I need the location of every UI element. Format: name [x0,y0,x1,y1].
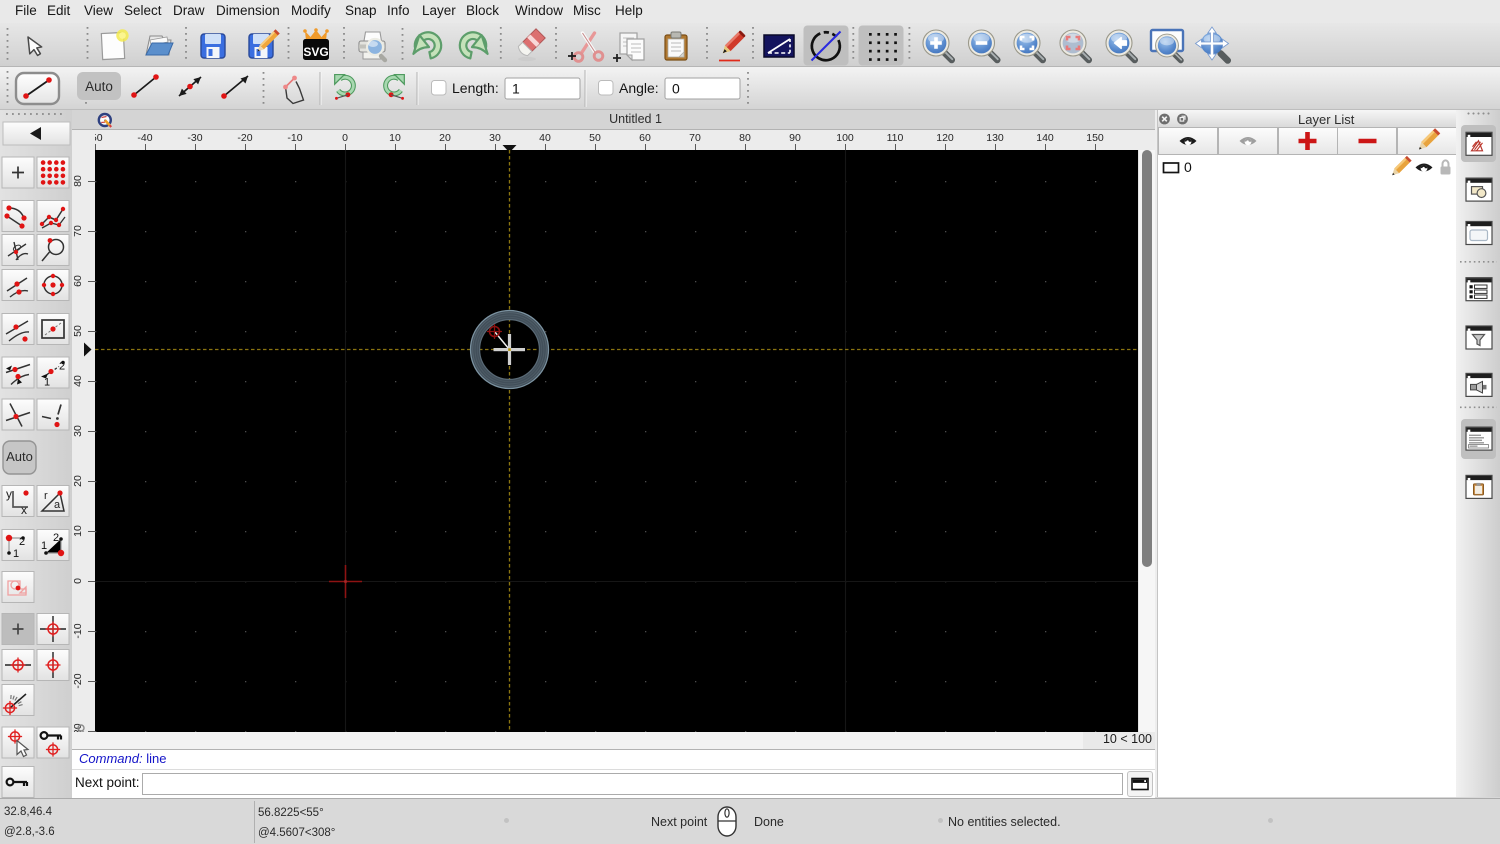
svg-text:1: 1 [41,540,47,552]
svg-text:-20: -20 [72,673,84,688]
svg-text:0: 0 [1184,159,1192,175]
svg-text:2: 2 [19,536,25,548]
svg-text:1: 1 [512,81,520,97]
svg-text:80: 80 [739,132,751,144]
svg-text:70: 70 [72,225,84,237]
svg-text:y: y [6,487,12,501]
svg-text:-50: -50 [95,132,103,144]
svg-text:30: 30 [489,132,501,144]
svg-text:1: 1 [13,548,19,560]
svg-text:r: r [44,490,48,502]
svg-text:0: 0 [672,81,680,97]
svg-text:10: 10 [389,132,401,144]
svg-text:50: 50 [72,325,84,337]
svg-text:50: 50 [589,132,601,144]
svg-text:100: 100 [836,132,854,144]
svg-text:0: 0 [72,578,84,584]
svg-text:70: 70 [689,132,701,144]
svg-text:110: 110 [887,132,904,144]
svg-text:Length:: Length: [452,80,499,96]
svg-text:-30: -30 [187,132,202,144]
svg-text:Auto: Auto [6,449,33,464]
svg-text:90: 90 [789,132,801,144]
svg-text:-10: -10 [72,623,84,638]
svg-text:2: 2 [53,532,59,544]
svg-text:-20: -20 [237,132,252,144]
svg-text:0: 0 [342,132,348,144]
svg-text:10: 10 [72,525,84,537]
svg-text:1: 1 [44,377,50,389]
svg-text:60: 60 [72,275,84,287]
svg-text:40: 40 [539,132,551,144]
svg-text:80: 80 [72,175,84,187]
svg-text:120: 120 [936,132,954,144]
svg-text:40: 40 [72,375,84,387]
svg-text:150: 150 [1086,132,1104,144]
svg-text:140: 140 [1036,132,1054,144]
svg-text:a: a [54,499,61,511]
svg-text:x: x [21,503,27,517]
svg-text:130: 130 [986,132,1004,144]
svg-text:Auto: Auto [85,79,113,94]
svg-text:-40: -40 [137,132,152,144]
svg-text:Angle:: Angle: [619,80,659,96]
svg-text:20: 20 [72,475,84,487]
svg-text:SVG: SVG [303,45,328,59]
svg-text:30: 30 [72,425,84,437]
svg-text:60: 60 [639,132,651,144]
svg-text:20: 20 [439,132,451,144]
svg-text:-10: -10 [287,132,302,144]
